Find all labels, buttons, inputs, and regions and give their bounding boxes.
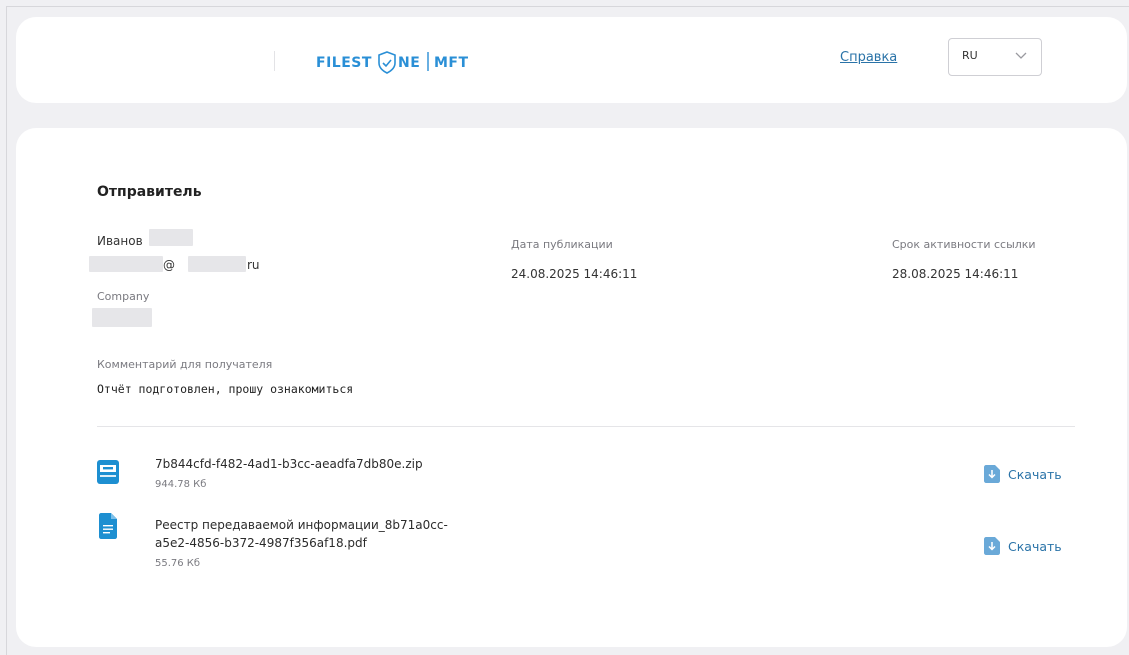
header-divider [274,51,275,71]
chevron-down-icon [1015,52,1027,59]
transfer-details-card: Отправитель Иванов @ ru Company Дата пуб… [16,128,1127,647]
document-icon [99,513,117,539]
filestone-logo-icon: FILEST NE MFT [316,51,469,74]
file-name: 7b844cfd-f482-4ad1-b3cc-aeadfa7db80e.zip [155,457,423,471]
comment-label: Комментарий для получателя [97,358,273,371]
comment-text: Отчёт подготовлен, прошу ознакомиться [97,382,354,396]
file-name: Реестр передаваемой информации_8b71a0cc- [155,518,448,532]
redacted-company [92,308,152,327]
link-expiry-label: Срок активности ссылки [892,238,1036,251]
download-button[interactable]: Скачать [984,465,1062,483]
download-label: Скачать [1008,538,1062,554]
sender-email-at: @ [163,258,175,272]
link-expiry-value: 28.08.2025 14:46:11 [892,267,1019,281]
publication-date-label: Дата публикации [511,238,613,251]
filestone-logo[interactable]: FILEST NE MFT [316,51,506,74]
section-divider [97,426,1075,427]
language-value: RU [962,49,978,62]
sender-name: Иванов [97,234,143,248]
language-select[interactable]: RU [948,38,1042,76]
download-file-icon [984,465,1000,483]
sender-section-title: Отправитель [97,184,202,200]
download-label: Скачать [1008,466,1062,482]
company-label: Company [97,290,150,303]
svg-text:FILEST: FILEST [316,55,372,71]
archive-icon [97,460,119,484]
help-link[interactable]: Справка [840,50,897,65]
svg-text:MFT: MFT [434,55,469,71]
publication-date-value: 24.08.2025 14:46:11 [511,267,638,281]
redacted-email-user [89,256,163,272]
file-size: 944.78 Кб [155,479,207,490]
redacted-email-domain [188,256,246,272]
download-file-icon [984,537,1000,555]
redacted-surname [149,229,193,246]
file-name-line2: a5e2-4856-b372-4987f356af18.pdf [155,536,367,550]
header-bar: FILEST NE MFT Справка RU [16,17,1127,103]
svg-text:NE: NE [398,55,420,71]
download-button[interactable]: Скачать [984,537,1062,555]
file-size: 55.76 Кб [155,558,201,569]
sender-email-tail: ru [247,258,260,272]
